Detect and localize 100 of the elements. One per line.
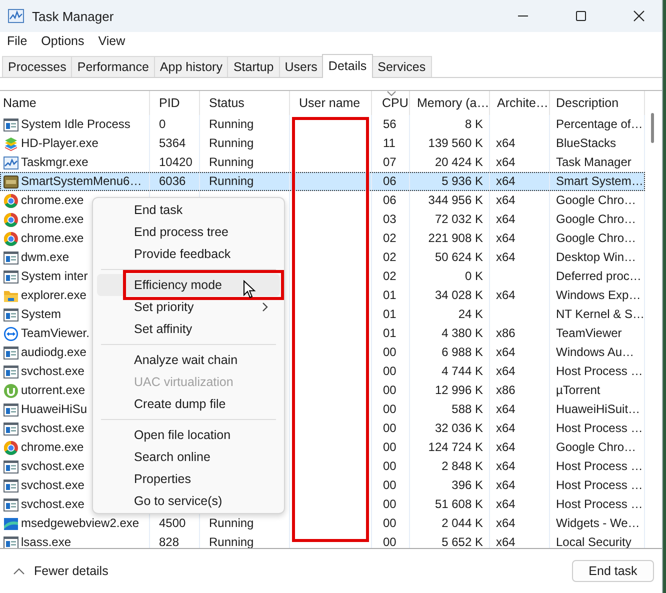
menu-item[interactable]: End process tree: [97, 221, 280, 243]
menu-item[interactable]: View: [98, 34, 126, 48]
table-cell-text: System inter: [21, 268, 88, 285]
table-cell: 02: [372, 248, 410, 267]
wave-icon: [3, 516, 19, 532]
table-cell-text: svchost.exe: [21, 477, 84, 494]
tab[interactable]: Processes: [2, 56, 72, 77]
menu-item[interactable]: Go to service(s): [97, 490, 280, 512]
table-cell-text: System: [21, 306, 62, 323]
tab[interactable]: Users: [278, 56, 324, 77]
menu-item[interactable]: Provide feedback: [97, 243, 280, 265]
table-cell: 01: [372, 305, 410, 324]
table-cell: 06: [372, 172, 410, 191]
window-icon: [3, 478, 19, 494]
column-header[interactable]: Status: [200, 91, 290, 115]
table-cell: x64: [490, 286, 550, 305]
menu-item[interactable]: Create dump file: [97, 393, 280, 415]
menu-item[interactable]: Search online: [97, 446, 280, 468]
table-cell: 00: [372, 381, 410, 400]
menu-item[interactable]: End task: [97, 199, 280, 221]
table-cell: 00: [372, 438, 410, 457]
table-cell: 02: [372, 229, 410, 248]
table-cell: 0 K: [410, 267, 490, 286]
table-cell: 6 988 K: [410, 343, 490, 362]
table-cell-text: explorer.exe: [21, 287, 86, 304]
column-header[interactable]: Memory (a…: [410, 91, 490, 115]
table-cell: 00: [372, 476, 410, 495]
table-cell-text: msedgewebview2.exe: [21, 515, 140, 532]
table-cell: 00: [372, 419, 410, 438]
chevron-right-icon: [262, 302, 268, 312]
tile-icon: [3, 174, 19, 190]
tab[interactable]: App history: [154, 56, 228, 77]
table-cell: 828: [150, 533, 200, 548]
table-cell: µTorrent: [550, 381, 645, 400]
table-cell: Percentage of…: [550, 115, 645, 134]
window-icon: [3, 402, 19, 418]
table-cell: HuaweiHiSuit…: [550, 400, 645, 419]
table-cell: 5 652 K: [410, 533, 490, 548]
table-cell: x64: [490, 191, 550, 210]
tab[interactable]: Details: [322, 54, 373, 78]
end-task-button[interactable]: End task: [572, 560, 654, 582]
column-header[interactable]: CPU: [372, 91, 410, 115]
ring-icon: [3, 440, 19, 456]
column-header[interactable]: Description: [550, 91, 645, 115]
table-cell: 00: [372, 533, 410, 548]
table-cell: x64: [490, 362, 550, 381]
window-icon: [3, 344, 19, 360]
table-cell: 50 624 K: [410, 248, 490, 267]
sort-caret-icon: [387, 91, 396, 96]
table-cell: x64: [490, 172, 550, 191]
menu-item[interactable]: Options: [41, 34, 84, 48]
table-cell-text: System Idle Process: [21, 116, 130, 133]
table-cell: 124 724 K: [410, 438, 490, 457]
table-cell-text: lsass.exe: [21, 534, 72, 548]
table-cell-text: chrome.exe: [21, 230, 84, 247]
window-icon: [3, 496, 19, 512]
scrollbar[interactable]: [651, 113, 654, 143]
table-cell: Deferred proc…: [550, 267, 645, 286]
table-cell: 06: [372, 191, 410, 210]
table-cell: 34 028 K: [410, 286, 490, 305]
menu-item[interactable]: Analyze wait chain: [97, 349, 280, 371]
table-cell-text: chrome.exe: [21, 439, 84, 456]
table-cell-text: utorrent.exe: [21, 382, 86, 399]
menu-item[interactable]: Properties: [97, 468, 280, 490]
table-cell-text: Taskmgr.exe: [21, 154, 88, 171]
column-header[interactable]: Name: [0, 91, 150, 115]
table-cell: 588 K: [410, 400, 490, 419]
window-icon: [3, 534, 19, 548]
table-cell: 12 996 K: [410, 381, 490, 400]
column-header[interactable]: User name: [290, 91, 372, 115]
column-header[interactable]: PID: [150, 91, 200, 115]
table-cell: x64: [490, 495, 550, 514]
table-cell: 11: [372, 134, 410, 153]
table-cell: 5364: [150, 134, 200, 153]
menu-item[interactable]: Open file location: [97, 424, 280, 446]
table-cell: BlueStacks: [550, 134, 645, 153]
table-cell: 00: [372, 343, 410, 362]
table-cell: 2 848 K: [410, 457, 490, 476]
app-icon: [8, 9, 24, 23]
table-cell: Smart System…: [550, 172, 645, 191]
table-cell: 01: [372, 324, 410, 343]
window-title: Task Manager: [32, 8, 115, 24]
table-cell: 139 560 K: [410, 134, 490, 153]
table-cell: Host Process …: [550, 419, 645, 438]
menu-item[interactable]: Set affinity: [97, 318, 280, 340]
menu-item[interactable]: Set priority: [97, 296, 280, 318]
column-header[interactable]: Archite…: [490, 91, 550, 115]
window-icon: [3, 306, 19, 322]
table-cell: Windows Exp…: [550, 286, 645, 305]
tab[interactable]: Startup: [227, 56, 280, 77]
table-cell: 72 032 K: [410, 210, 490, 229]
table-cell: 24 K: [410, 305, 490, 324]
table-cell: x64: [490, 533, 550, 548]
table-cell: Google Chro…: [550, 229, 645, 248]
tab[interactable]: Performance: [71, 56, 155, 77]
menu-item[interactable]: File: [7, 34, 28, 48]
tab[interactable]: Services: [372, 56, 432, 77]
table-cell: x64: [490, 248, 550, 267]
table-cell: 51 608 K: [410, 495, 490, 514]
fewer-details-link[interactable]: Fewer details: [13, 564, 108, 578]
